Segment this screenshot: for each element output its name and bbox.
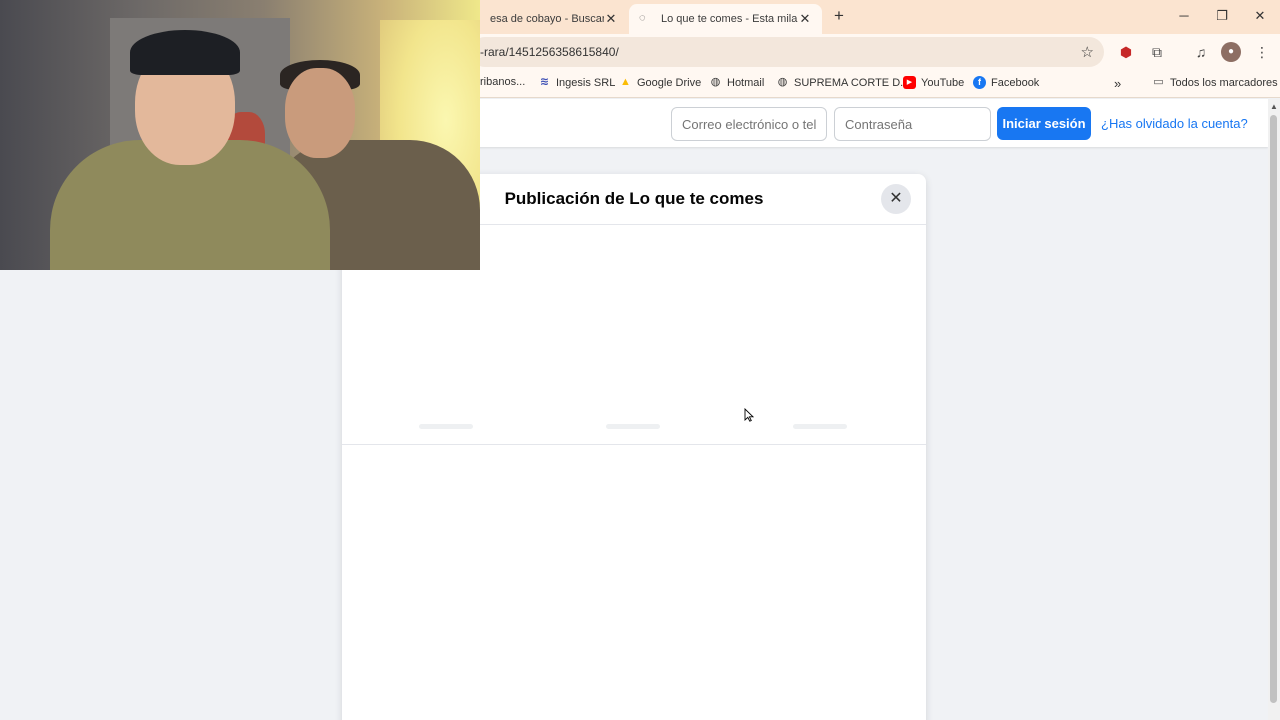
scrollbar-thumb[interactable] — [1270, 115, 1277, 703]
bookmark-label: SUPREMA CORTE D... — [794, 76, 910, 89]
all-bookmarks-folder[interactable]: ▭ Todos los marcadores — [1152, 76, 1278, 89]
bookmark-star-icon[interactable]: ☆ — [1081, 43, 1094, 61]
forgot-account-link[interactable]: ¿Has olvidado la cuenta? — [1101, 116, 1248, 131]
youtube-icon: ▶ — [903, 76, 916, 89]
webcam-overlay — [0, 0, 480, 270]
loading-placeholder — [419, 424, 473, 429]
loading-icon: ◌ — [639, 12, 646, 24]
adblock-extension-icon[interactable]: ⬢ — [1116, 42, 1136, 62]
bookmark-item[interactable]: ▲ Google Drive — [619, 76, 701, 89]
webcam-person-left-cap — [130, 30, 240, 75]
bookmark-label: Todos los marcadores — [1170, 76, 1278, 89]
scroll-up-arrow-icon[interactable]: ▲ — [1270, 102, 1278, 111]
ingesis-icon: ≋ — [539, 76, 550, 88]
bookmark-item[interactable]: ◍ Hotmail — [709, 76, 765, 89]
url-text: -rara/1451256358615840/ — [480, 45, 619, 59]
bookmark-item[interactable]: ≋ Ingesis SRL — [538, 76, 615, 89]
google-drive-icon: ▲ — [620, 76, 631, 88]
address-bar[interactable]: -rara/1451256358615840/ ☆ — [470, 37, 1104, 67]
bookmark-label: Google Drive — [637, 76, 702, 89]
bookmark-item[interactable]: ribanos... — [480, 76, 525, 88]
dialog-divider — [342, 444, 926, 445]
profile-avatar-icon[interactable]: ● — [1221, 42, 1241, 62]
email-field[interactable] — [671, 107, 827, 141]
mouse-cursor-icon — [744, 408, 754, 422]
new-tab-button[interactable]: + — [830, 6, 848, 26]
bookmark-item[interactable]: f Facebook — [973, 76, 1039, 89]
loading-placeholder — [793, 424, 847, 429]
loading-placeholder — [606, 424, 660, 429]
facebook-icon: f — [973, 76, 986, 89]
tab-facebook-post[interactable]: ◌ Lo que te comes - Esta milanes ✕ — [629, 4, 822, 34]
page-scrollbar[interactable]: ▲ — [1268, 99, 1280, 720]
bookmark-label: Hotmail — [727, 76, 765, 89]
globe-icon: ◍ — [777, 76, 788, 88]
tab-close-icon[interactable]: ✕ — [604, 11, 618, 27]
globe-icon: ◍ — [710, 76, 721, 88]
menu-kebab-icon[interactable]: ⋮ — [1252, 42, 1272, 62]
extensions-icon[interactable]: ⧉ — [1147, 42, 1167, 62]
bookmark-label: ribanos... — [480, 76, 526, 88]
media-control-icon[interactable]: ♫ — [1191, 42, 1211, 62]
login-button[interactable]: Iniciar sesión — [997, 107, 1091, 140]
tab-title: Lo que te comes - Esta milanes — [661, 13, 798, 25]
bookmarks-overflow-button[interactable]: » — [1114, 76, 1121, 91]
webcam-person-right-face — [285, 68, 355, 158]
password-field[interactable] — [834, 107, 991, 141]
bookmark-item[interactable]: ▶ YouTube — [903, 76, 964, 89]
tab-search[interactable]: esa de cobayo - Buscar co ✕ — [480, 4, 628, 34]
folder-icon: ▭ — [1153, 76, 1164, 88]
restore-button[interactable]: ❐ — [1210, 6, 1234, 26]
bookmark-label: Facebook — [991, 76, 1040, 89]
tab-close-icon[interactable]: ✕ — [798, 11, 812, 27]
close-window-button[interactable]: ✕ — [1248, 6, 1272, 26]
bookmark-label: YouTube — [921, 76, 965, 89]
minimize-button[interactable]: ─ — [1172, 6, 1196, 26]
bookmark-item[interactable]: ◍ SUPREMA CORTE D... — [776, 76, 910, 89]
tab-title: esa de cobayo - Buscar co — [490, 13, 604, 25]
bookmark-label: Ingesis SRL — [556, 76, 616, 89]
close-dialog-button[interactable]: ✕ — [881, 184, 911, 214]
